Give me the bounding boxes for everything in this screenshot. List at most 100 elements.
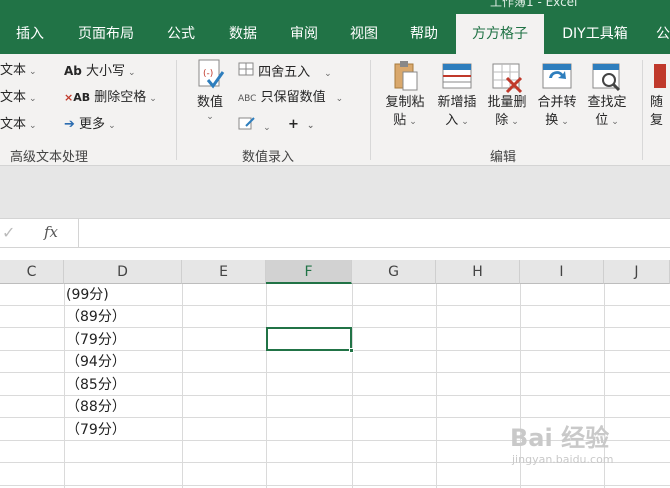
cell-d-value[interactable]: （94分） — [66, 351, 126, 373]
column-header-c[interactable]: C — [0, 260, 64, 284]
round-label: 四舍五入 — [258, 65, 311, 80]
plus-button[interactable]: + ⌄ — [288, 116, 314, 135]
tab-view[interactable]: 视图 — [336, 14, 392, 54]
watermark-url: jingyan.baidu.com — [512, 453, 614, 466]
insert-label-2: 入 ⌄ — [432, 112, 482, 131]
ribbon-collapse-area — [0, 166, 670, 218]
find-locate-label-2: 位 ⌄ — [582, 112, 632, 131]
text-menu-2-label: 文本 — [0, 90, 27, 105]
chevron-down-icon: ⌄ — [511, 117, 519, 127]
remove-spaces-icon: ×AB — [64, 91, 91, 104]
chevron-down-icon: ⌄ — [306, 121, 315, 131]
fx-icon[interactable]: fx — [44, 223, 58, 241]
grid-line — [182, 284, 183, 488]
chevron-down-icon: ⌄ — [335, 94, 344, 104]
cell-d-value[interactable]: （79分） — [66, 419, 126, 441]
find-locate-icon — [591, 58, 623, 94]
grid-line — [0, 485, 670, 486]
merge-convert-label: 合并转 — [537, 95, 577, 110]
random-button-partial[interactable]: 随 复 — [650, 58, 670, 130]
active-cell[interactable] — [266, 327, 354, 353]
value-button[interactable]: (-) 数值 ⌄ — [190, 58, 230, 122]
cell-d-value[interactable]: （88分） — [66, 396, 126, 418]
svg-text:(-): (-) — [203, 69, 213, 79]
remove-spaces-button[interactable]: ×AB 删除空格 ⌄ — [64, 89, 157, 108]
find-locate-label-2-text: 位 — [595, 113, 609, 128]
chevron-down-icon: ⌄ — [461, 117, 469, 127]
edit-pencil-icon — [238, 117, 260, 134]
chevron-down-icon: ⌄ — [206, 112, 214, 122]
group-separator — [176, 60, 177, 160]
batch-delete-button[interactable]: 批量删 除 ⌄ — [482, 58, 532, 131]
chevron-down-icon: ⌄ — [149, 94, 157, 104]
column-header-f[interactable]: F — [266, 260, 352, 284]
tab-help[interactable]: 帮助 — [396, 14, 452, 54]
window-title: 工作簿1 - Excel — [490, 0, 578, 9]
chevron-down-icon: ⌄ — [561, 117, 569, 127]
group-separator — [642, 60, 643, 160]
tab-data[interactable]: 数据 — [214, 14, 272, 54]
copy-paste-label-2: 贴 ⌄ — [380, 112, 430, 131]
tab-diy-toolbox[interactable]: DIY工具箱 — [548, 14, 642, 54]
title-bar: 工作簿1 - Excel — [0, 0, 670, 14]
column-header-j[interactable]: J — [604, 260, 670, 284]
cell-d-value[interactable]: (99分) — [66, 284, 109, 306]
batch-delete-label: 批量删 — [487, 95, 527, 110]
ribbon-tab-bar: 插入 页面布局 公式 数据 审阅 视图 帮助 方方格子 DIY工具箱 公 — [0, 14, 670, 54]
column-header-h[interactable]: H — [436, 260, 520, 284]
find-locate-button[interactable]: 查找定 位 ⌄ — [582, 58, 632, 131]
tab-review[interactable]: 审阅 — [276, 14, 332, 54]
text-menu-3[interactable]: 文本 ⌄ — [0, 116, 37, 135]
cell-d-value[interactable]: （79分） — [66, 329, 126, 351]
random-icon — [650, 58, 668, 94]
ribbon: 文本 ⌄ 文本 ⌄ 文本 ⌄ Ab 大小写 ⌄ ×AB 删除空格 ⌄ ➔ 更多 ⌄ 高级文本… — [0, 54, 670, 166]
keep-value-button[interactable]: ABC 只保留数值 ⌄ — [238, 89, 343, 108]
more-button[interactable]: ➔ 更多 ⌄ — [64, 116, 116, 135]
tab-partial[interactable]: 公 — [648, 14, 670, 54]
cell-d-value[interactable]: （85分） — [66, 374, 126, 396]
text-menu-3-label: 文本 — [0, 117, 27, 132]
plus-icon: + — [288, 117, 299, 132]
chevron-down-icon: ⌄ — [29, 67, 37, 77]
case-button[interactable]: Ab 大小写 ⌄ — [64, 62, 136, 82]
tab-page-layout[interactable]: 页面布局 — [64, 14, 148, 54]
grid-line — [266, 284, 267, 488]
value-icon: (-) — [194, 58, 226, 94]
chevron-down-icon: ⌄ — [29, 121, 37, 131]
grid-icon — [238, 62, 258, 80]
text-menu-1[interactable]: 文本 ⌄ — [0, 62, 37, 81]
edit-format-button[interactable]: ⌄ — [238, 116, 271, 137]
random-label-2: 复 — [650, 113, 664, 128]
chevron-down-icon: ⌄ — [108, 121, 116, 131]
insert-label: 新增插 — [437, 95, 477, 110]
header-gap — [0, 248, 670, 260]
round-button[interactable]: 四舍五入 ⌄ — [238, 62, 332, 83]
insert-label-2-text: 入 — [445, 113, 459, 128]
batch-delete-label-2-text: 除 — [495, 113, 509, 128]
check-icon[interactable]: ✓ — [2, 223, 15, 242]
copy-paste-button[interactable]: 复制粘 贴 ⌄ — [380, 58, 430, 131]
fill-handle[interactable] — [349, 348, 354, 353]
group-label-edit: 编辑 — [490, 150, 517, 165]
column-header-g[interactable]: G — [352, 260, 436, 284]
insert-button[interactable]: 新增插 入 ⌄ — [432, 58, 482, 131]
insert-rows-icon — [441, 58, 473, 94]
keep-value-label: 只保留数值 — [260, 90, 326, 105]
case-label: 大小写 — [86, 64, 126, 79]
text-menu-2[interactable]: 文本 ⌄ — [0, 89, 37, 108]
column-header-d[interactable]: D — [64, 260, 182, 284]
clipboard-icon — [389, 58, 421, 94]
text-menu-1-label: 文本 — [0, 63, 27, 78]
tab-insert[interactable]: 插入 — [0, 14, 60, 54]
grid-line — [436, 284, 437, 488]
chevron-down-icon: ⌄ — [128, 68, 136, 78]
merge-convert-button[interactable]: 合并转 换 ⌄ — [532, 58, 582, 131]
cell-d-value[interactable]: （89分） — [66, 306, 126, 328]
group-label-text: 高级文本处理 — [10, 150, 89, 165]
column-header-e[interactable]: E — [182, 260, 266, 284]
tab-formulas[interactable]: 公式 — [152, 14, 210, 54]
column-header-i[interactable]: I — [520, 260, 604, 284]
case-icon: Ab — [64, 64, 82, 78]
chevron-down-icon: ⌄ — [324, 69, 332, 79]
tab-fangfangezi[interactable]: 方方格子 — [456, 14, 544, 54]
